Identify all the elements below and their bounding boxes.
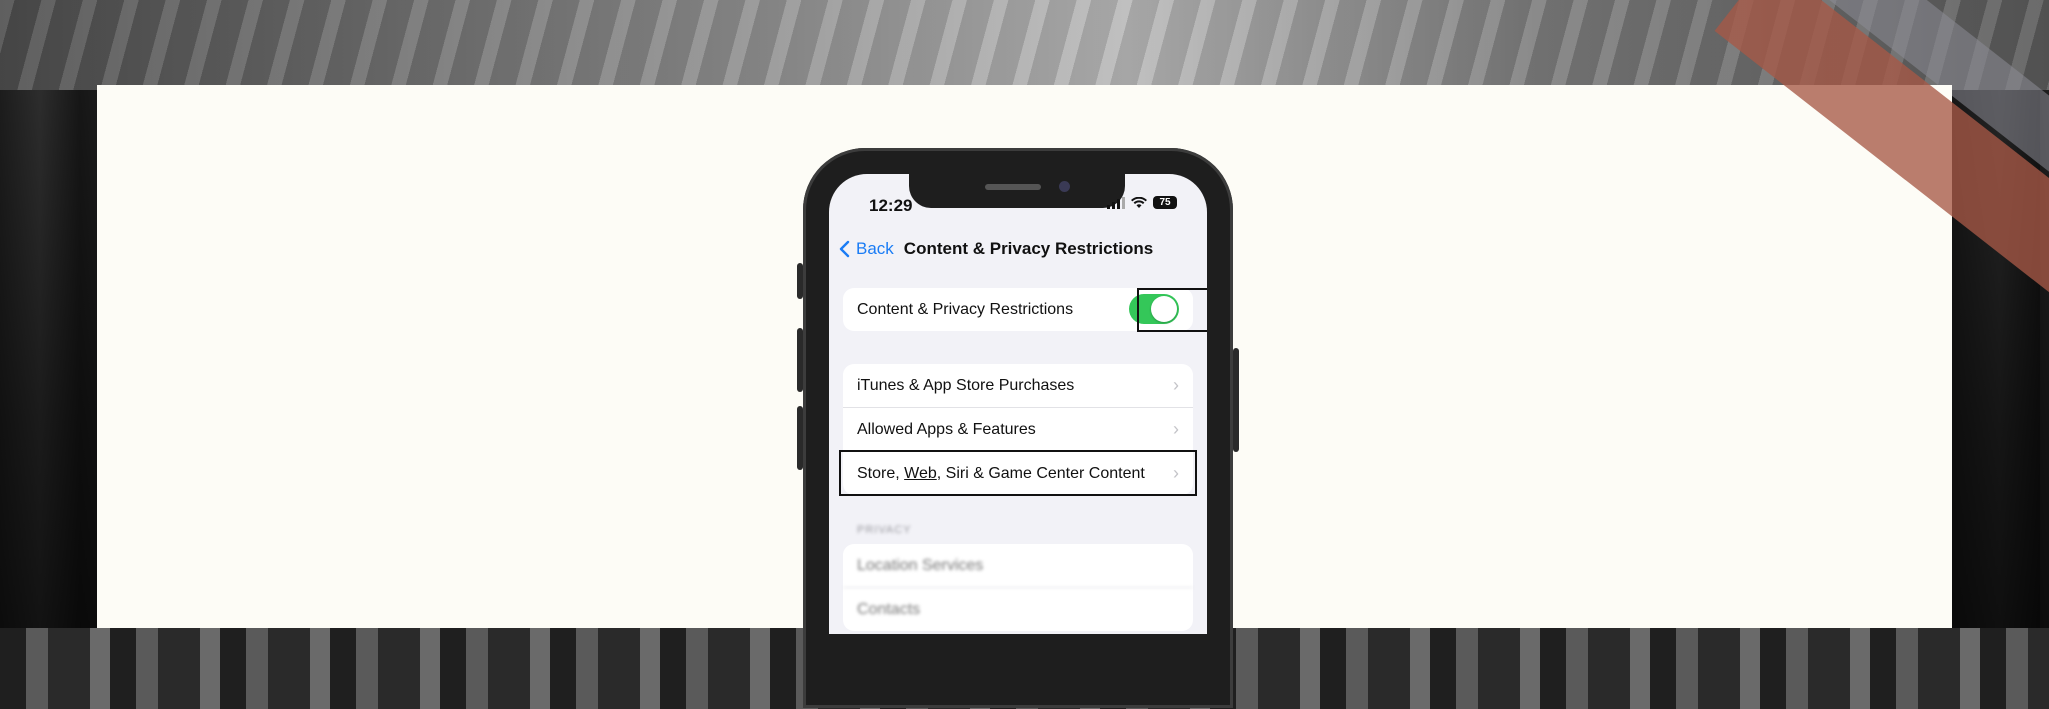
chevron-right-icon: ›	[1173, 375, 1179, 395]
location-services-label: Location Services	[857, 556, 984, 574]
volume-up-button	[797, 328, 803, 392]
contacts-label: Contacts	[857, 600, 921, 618]
notch	[909, 174, 1125, 208]
navigation-bar: Back Content & Privacy Restrictions	[839, 236, 1197, 262]
status-time: 12:29	[869, 196, 913, 215]
list-item-location-services[interactable]: Location Services	[843, 544, 1193, 587]
allowed-apps-label: Allowed Apps & Features	[857, 420, 1036, 438]
back-button[interactable]: Back	[839, 239, 894, 259]
phone-mockup: 12:29 75 Back Content & Privacy Restrict…	[797, 148, 1239, 708]
back-label: Back	[856, 239, 894, 258]
silent-switch	[797, 263, 803, 299]
toggle-highlight-box	[1137, 288, 1207, 332]
restrictions-label: Content & Privacy Restrictions	[857, 300, 1074, 318]
list-item-contacts[interactable]: Contacts	[843, 587, 1193, 631]
battery-icon: 75	[1153, 196, 1177, 209]
wifi-icon	[1131, 196, 1147, 208]
volume-down-button	[797, 406, 803, 470]
phone-screen: 12:29 75 Back Content & Privacy Restrict…	[829, 174, 1207, 634]
privacy-group: Location Services Contacts	[843, 544, 1193, 631]
store-content-highlight-box	[839, 450, 1197, 496]
itunes-purchases-label: iTunes & App Store Purchases	[857, 376, 1075, 394]
chevron-right-icon: ›	[1173, 419, 1179, 439]
signal-icon	[1107, 196, 1125, 209]
privacy-section-header: PRIVACY	[857, 524, 912, 536]
list-item-allowed-apps[interactable]: Allowed Apps & Features ›	[843, 407, 1193, 451]
speaker	[985, 184, 1041, 190]
chevron-left-icon	[839, 240, 850, 258]
power-button	[1233, 348, 1239, 452]
front-camera	[1059, 181, 1070, 192]
page-title: Content & Privacy Restrictions	[903, 239, 1154, 258]
status-icons: 75	[1107, 196, 1177, 209]
list-item-itunes-purchases[interactable]: iTunes & App Store Purchases ›	[843, 364, 1193, 407]
